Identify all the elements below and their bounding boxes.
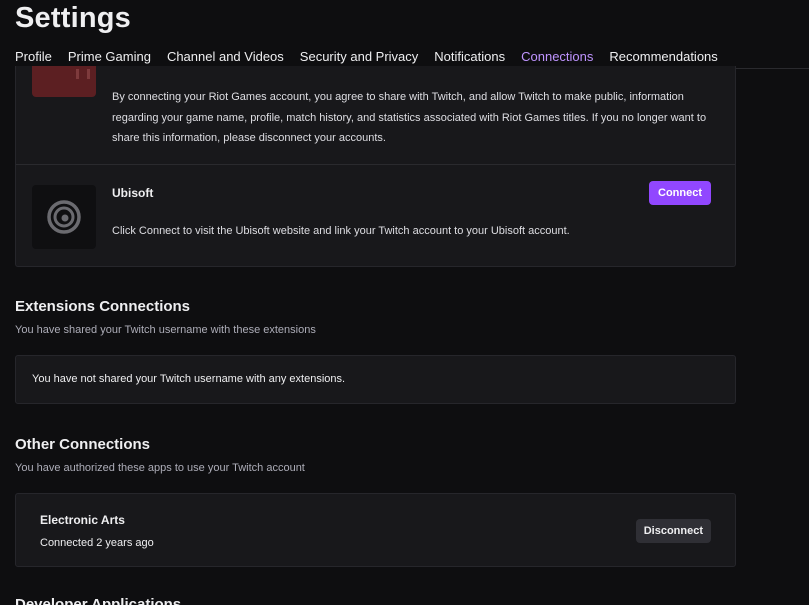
tab-security-and-privacy[interactable]: Security and Privacy xyxy=(300,48,419,68)
tab-connections[interactable]: Connections xyxy=(521,48,594,68)
riot-fist-icon xyxy=(76,69,90,79)
page-title: Settings xyxy=(15,2,131,34)
tab-recommendations[interactable]: Recommendations xyxy=(609,48,717,68)
ubisoft-swirl-icon xyxy=(47,200,81,234)
app-status: Connected 2 years ago xyxy=(40,537,154,549)
extensions-subtitle: You have shared your Twitch username wit… xyxy=(15,324,316,336)
extensions-title: Extensions Connections xyxy=(15,298,191,315)
riot-description: By connecting your Riot Games account, y… xyxy=(112,91,707,144)
divider xyxy=(16,164,735,165)
ubisoft-description: Click Connect to visit the Ubisoft websi… xyxy=(112,225,570,237)
developer-applications-title: Developer Applications xyxy=(15,596,182,605)
disconnect-button[interactable]: Disconnect xyxy=(635,519,711,543)
tab-profile[interactable]: Profile xyxy=(15,48,52,68)
ubisoft-name: Ubisoft xyxy=(112,186,154,200)
connections-card: By connecting your Riot Games account, y… xyxy=(15,66,736,267)
other-connections-title: Other Connections xyxy=(15,436,151,453)
tab-prime-gaming[interactable]: Prime Gaming xyxy=(68,48,151,68)
app-name: Electronic Arts xyxy=(40,513,125,527)
riot-games-logo xyxy=(32,66,96,97)
settings-page: Settings Profile Prime Gaming Channel an… xyxy=(0,0,809,605)
tab-notifications[interactable]: Notifications xyxy=(434,48,505,68)
other-connections-subtitle: You have authorized these apps to use yo… xyxy=(15,462,305,474)
ubisoft-logo xyxy=(32,185,96,249)
tab-channel-and-videos[interactable]: Channel and Videos xyxy=(167,48,284,68)
ubisoft-connect-button[interactable]: Connect xyxy=(649,181,711,205)
extensions-empty-message: You have not shared your Twitch username… xyxy=(32,373,346,385)
extensions-card: You have not shared your Twitch username… xyxy=(15,355,736,404)
electronic-arts-card: Electronic Arts Connected 2 years ago Di… xyxy=(15,493,736,567)
